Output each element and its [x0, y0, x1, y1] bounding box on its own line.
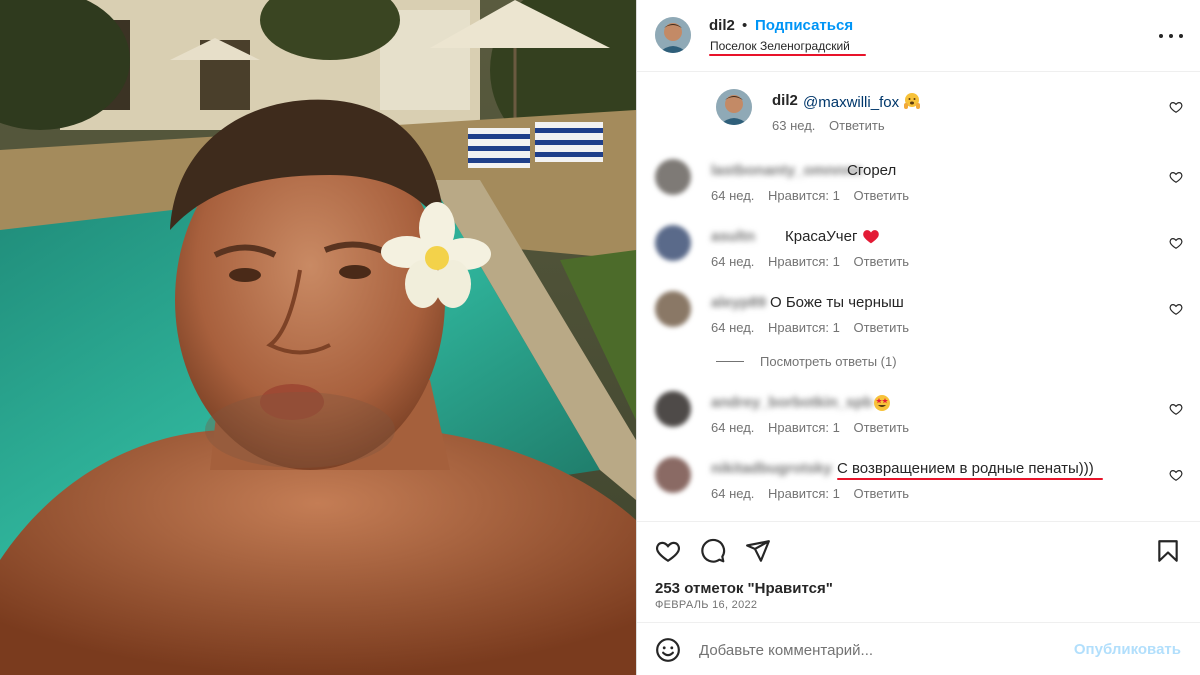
more-options-icon[interactable]: [1159, 26, 1183, 46]
like-comment-heart-icon[interactable]: [1169, 402, 1183, 416]
like-comment-heart-icon[interactable]: [1169, 170, 1183, 184]
comment-likes[interactable]: Нравится: 1: [768, 486, 840, 501]
comment-username[interactable]: asultn: [711, 228, 755, 245]
comment-username[interactable]: nikitadbugrotsky: [711, 460, 832, 477]
reply-button[interactable]: Ответить: [853, 188, 909, 203]
post-date: ФЕВРАЛЬ 16, 2022: [655, 599, 758, 611]
comment-meta: 64 нед. Нравится: 1 Ответить: [711, 420, 919, 435]
comment-meta: 64 нед. Нравится: 1 Ответить: [711, 254, 919, 269]
reply-button[interactable]: Ответить: [853, 420, 909, 435]
comment-username[interactable]: dil2: [772, 92, 798, 109]
comment-text: [873, 394, 891, 413]
header-separator: •: [742, 17, 748, 34]
author-username[interactable]: dil2: [709, 17, 735, 34]
like-comment-heart-icon[interactable]: [1169, 100, 1183, 114]
emoji-smile-icon[interactable]: [655, 637, 681, 663]
like-comment-heart-icon[interactable]: [1169, 302, 1183, 316]
comment-likes[interactable]: Нравится: 1: [768, 188, 840, 203]
selfie-photo: [0, 0, 636, 675]
comment-time: 63 нед.: [772, 118, 816, 133]
comment-red-underline: [837, 478, 1103, 480]
like-comment-heart-icon[interactable]: [1169, 468, 1183, 482]
view-replies-line: [716, 361, 744, 362]
reply-button[interactable]: Ответить: [829, 118, 885, 133]
comment-text: КрасаУчег: [785, 228, 880, 245]
comment-text: С возвращением в родные пенаты))): [837, 460, 1094, 477]
comment-time: 64 нед.: [711, 188, 755, 203]
post-location[interactable]: Поселок Зеленоградский: [710, 39, 850, 53]
author-avatar[interactable]: [655, 17, 691, 53]
commenter-avatar[interactable]: [655, 457, 691, 493]
comment-input[interactable]: [699, 637, 1059, 663]
likes-count[interactable]: 253 отметок "Нравится": [655, 580, 833, 597]
comment-time: 64 нед.: [711, 420, 755, 435]
comment-bubble-icon[interactable]: [700, 538, 726, 564]
face-with-open-hands-icon: [904, 93, 921, 109]
add-comment-bar: Опубликовать: [637, 622, 1200, 675]
share-paper-plane-icon[interactable]: [745, 538, 771, 564]
comment-likes[interactable]: Нравится: 1: [768, 320, 840, 335]
comment-time: 64 нед.: [711, 254, 755, 269]
like-heart-icon[interactable]: [655, 538, 681, 564]
comment-username[interactable]: aleyp89: [711, 294, 766, 311]
reply-button[interactable]: Ответить: [853, 254, 909, 269]
comment-text: О Боже ты черныш: [770, 294, 904, 311]
comment-mention[interactable]: @maxwilli_fox: [803, 94, 899, 111]
follow-button[interactable]: Подписаться: [755, 17, 853, 34]
comment-time: 64 нед.: [711, 320, 755, 335]
comment-likes[interactable]: Нравится: 1: [768, 420, 840, 435]
comments-list: dil2 @maxwilli_fox 63 нед. Ответить last…: [637, 73, 1200, 521]
view-replies-button[interactable]: Посмотреть ответы (1): [716, 354, 897, 369]
commenter-avatar[interactable]: [716, 89, 752, 125]
red-heart-icon: [862, 230, 879, 244]
view-replies-label: Посмотреть ответы (1): [760, 354, 897, 369]
comment-text: @maxwilli_fox: [803, 92, 921, 111]
save-bookmark-icon[interactable]: [1155, 538, 1181, 564]
post-actions: 253 отметок "Нравится" ФЕВРАЛЬ 16, 2022: [637, 521, 1200, 621]
commenter-avatar[interactable]: [655, 291, 691, 327]
publish-button[interactable]: Опубликовать: [1074, 641, 1181, 658]
comment-likes[interactable]: Нравится: 1: [768, 254, 840, 269]
comment-meta: 64 нед. Нравится: 1 Ответить: [711, 320, 919, 335]
reply-button[interactable]: Ответить: [853, 486, 909, 501]
post-header: dil2 • Подписаться Поселок Зеленоградски…: [637, 0, 1200, 72]
post-photo[interactable]: [0, 0, 636, 675]
comment-username[interactable]: lastbonanty_omnnnn: [711, 162, 863, 179]
comment-text: Сгорел: [847, 162, 897, 179]
comment-time: 64 нед.: [711, 486, 755, 501]
comment-meta: 64 нед. Нравится: 1 Ответить: [711, 188, 919, 203]
location-red-underline: [709, 54, 866, 56]
reply-button[interactable]: Ответить: [853, 320, 909, 335]
commenter-avatar[interactable]: [655, 225, 691, 261]
comment-meta: 64 нед. Нравится: 1 Ответить: [711, 486, 919, 501]
commenter-avatar[interactable]: [655, 159, 691, 195]
like-comment-heart-icon[interactable]: [1169, 236, 1183, 250]
comment-meta: 63 нед. Ответить: [772, 118, 895, 133]
post-details-panel: dil2 • Подписаться Поселок Зеленоградски…: [636, 0, 1200, 675]
commenter-avatar[interactable]: [655, 391, 691, 427]
comment-text-content: КрасаУчег: [785, 228, 858, 245]
comment-username[interactable]: andrey_borbotkin_spb: [711, 394, 873, 411]
star-struck-icon: [874, 395, 890, 411]
